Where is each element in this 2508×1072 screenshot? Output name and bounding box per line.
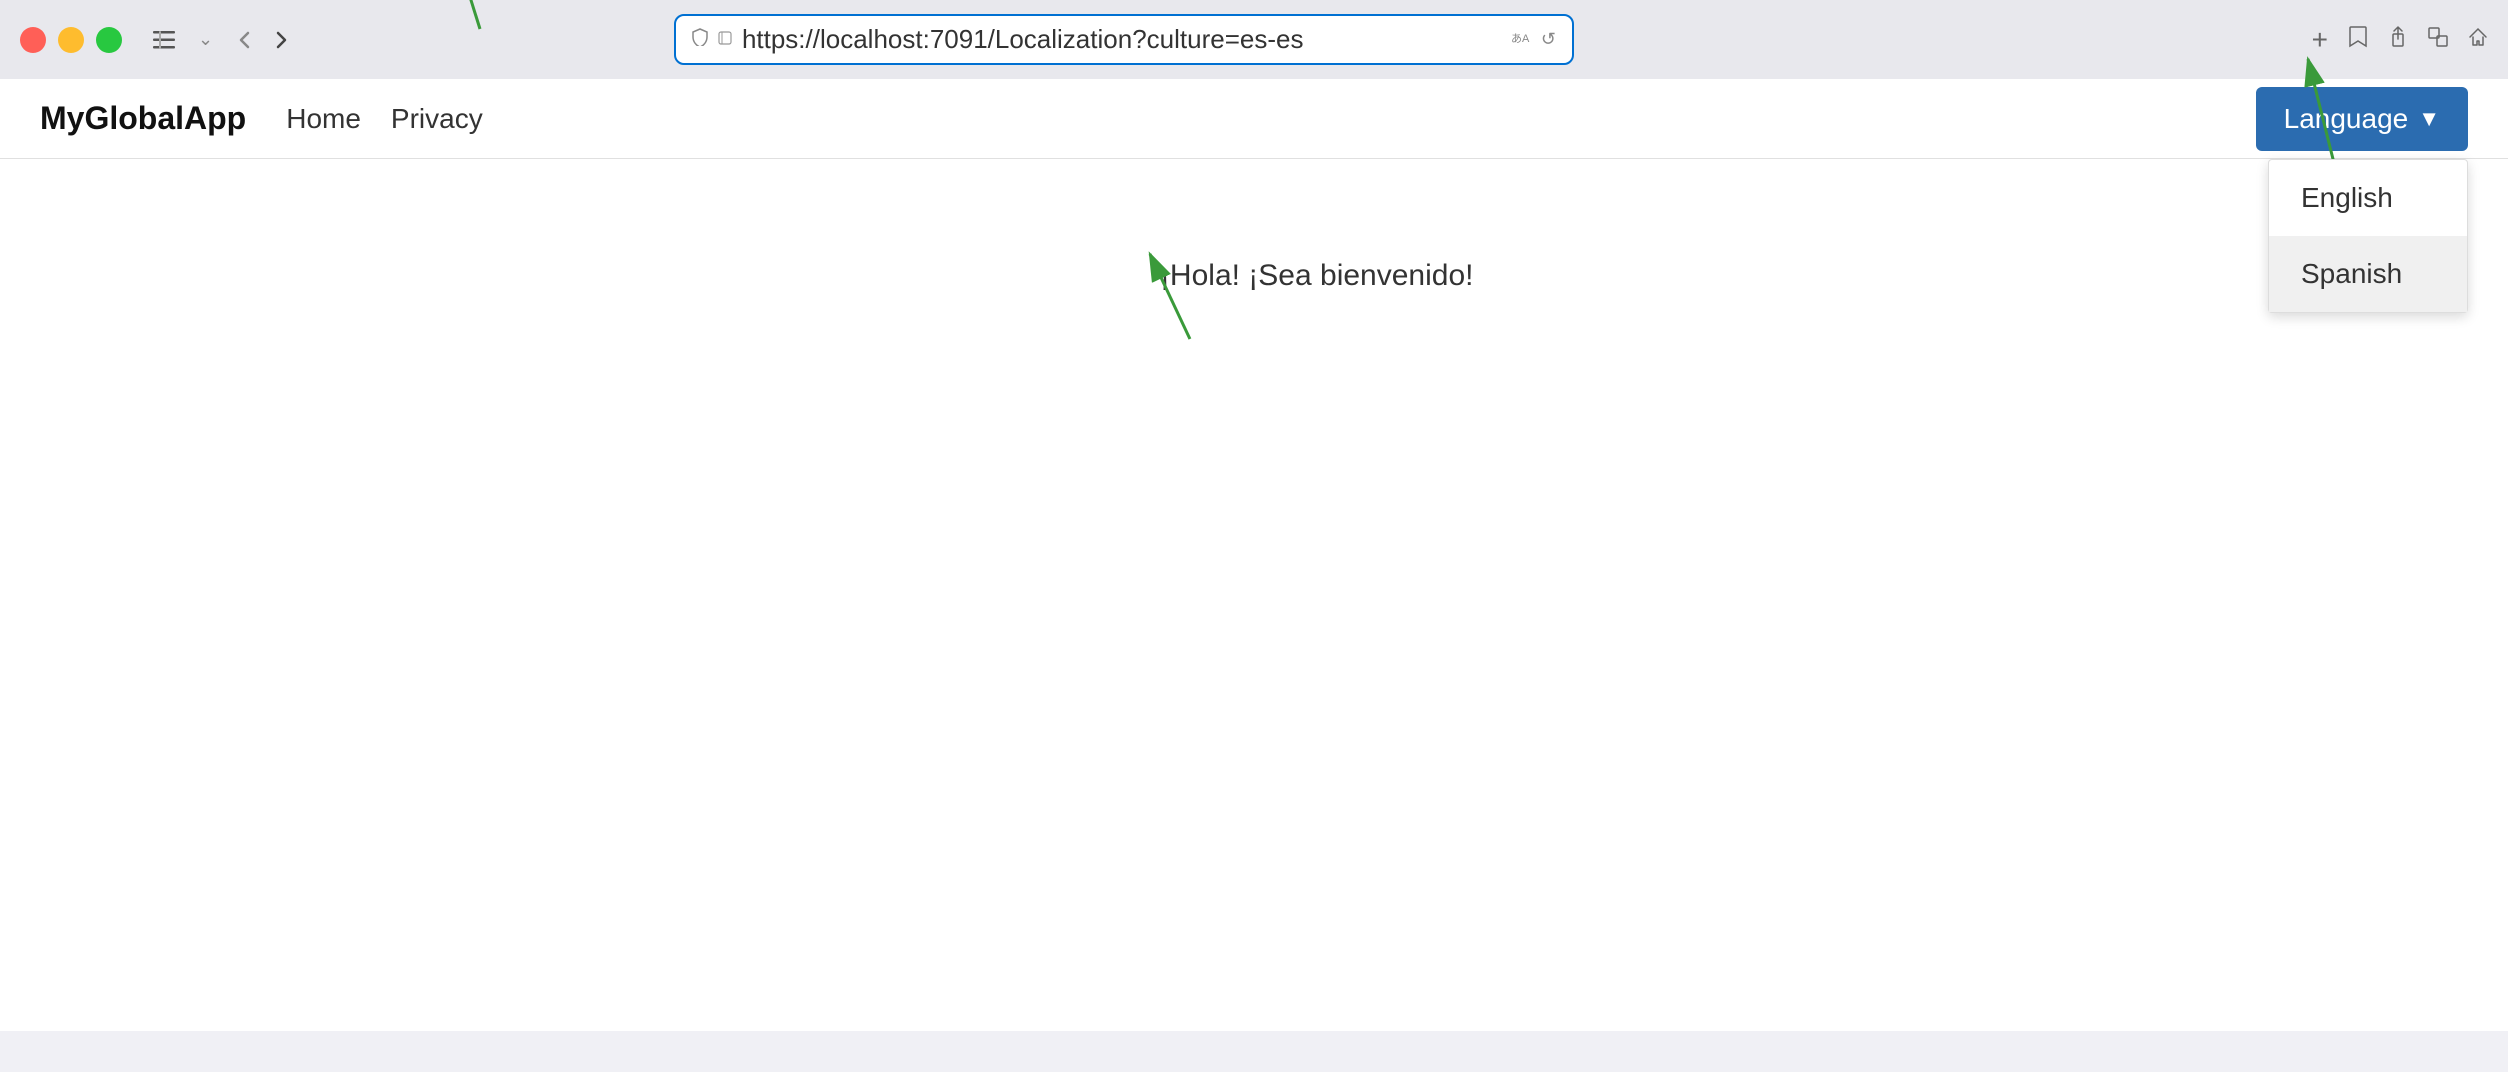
browser-titlebar: ⌄ あA ↺ (0, 0, 2508, 79)
forward-button[interactable] (265, 24, 297, 56)
address-bar-actions: あA ↺ (1511, 29, 1556, 50)
language-dropdown: English Spanish (2268, 159, 2468, 313)
translate-icon[interactable]: あA (1511, 29, 1533, 50)
language-option-english[interactable]: English (2269, 160, 2467, 236)
app-navbar: MyGlobalApp Home Privacy Language ▼ Engl… (0, 79, 2508, 159)
svg-text:A: A (1522, 33, 1530, 45)
shield-icon (692, 28, 708, 51)
traffic-lights (20, 27, 122, 53)
tabs-icon[interactable] (2428, 27, 2448, 53)
back-button[interactable] (229, 24, 261, 56)
browser-window: ⌄ あA ↺ (0, 0, 2508, 1031)
svg-text:あ: あ (1511, 32, 1522, 45)
maximize-button[interactable] (96, 27, 122, 53)
home-icon[interactable] (2468, 27, 2488, 53)
language-caret-icon: ▼ (2418, 106, 2440, 132)
chevron-down-icon[interactable]: ⌄ (198, 29, 213, 50)
favicon-icon (718, 31, 732, 48)
annotation-arrow-welcome (1130, 239, 1230, 359)
nav-privacy[interactable]: Privacy (391, 103, 483, 135)
sidebar-toggle-button[interactable] (146, 26, 182, 54)
url-input[interactable] (742, 24, 1501, 55)
share-icon[interactable] (2388, 26, 2408, 54)
address-bar[interactable]: あA ↺ (674, 14, 1574, 65)
nav-home[interactable]: Home (286, 103, 361, 135)
close-button[interactable] (20, 27, 46, 53)
minimize-button[interactable] (58, 27, 84, 53)
main-content: ¡Hola! ¡Sea bienvenido! (0, 159, 2508, 1031)
app-brand: MyGlobalApp (40, 100, 246, 137)
nav-arrows (229, 24, 297, 56)
language-option-spanish[interactable]: Spanish (2269, 236, 2467, 312)
reload-icon[interactable]: ↺ (1541, 29, 1556, 50)
nav-links: Home Privacy (286, 103, 483, 135)
